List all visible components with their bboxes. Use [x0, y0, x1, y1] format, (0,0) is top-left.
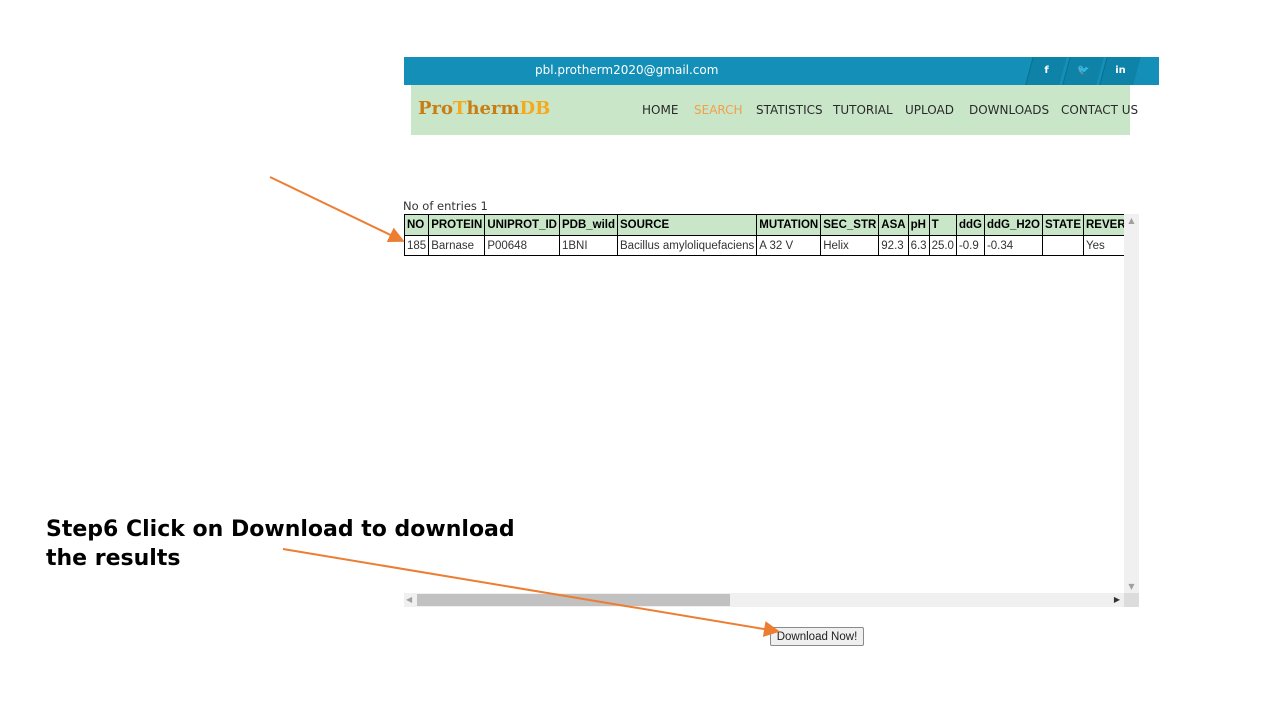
download-now-button[interactable]: Download Now!: [770, 627, 864, 646]
contact-email[interactable]: pbl.protherm2020@gmail.com: [535, 63, 718, 77]
twitter-icon: 🐦: [1077, 65, 1090, 76]
top-bar: pbl.protherm2020@gmail.com f 🐦 in: [404, 57, 1159, 85]
step-instruction-line-1: Step6 Click on Download to download: [46, 517, 515, 542]
site-logo[interactable]: ProThermDB: [418, 98, 550, 119]
col-header-ddg-h2o: ddG_H2O: [983, 214, 1044, 236]
cell-uniprot-id: P00648: [484, 235, 560, 256]
table-header-row: NO PROTEIN UNIPROT_ID PDB_wild SOURCE MU…: [404, 214, 1124, 236]
scroll-up-arrow-icon[interactable]: ▲: [1124, 216, 1139, 225]
scroll-left-arrow-icon[interactable]: ◀: [406, 593, 412, 607]
vertical-scrollbar[interactable]: ▲ ▼: [1124, 214, 1139, 593]
cell-asa: 92.3: [878, 235, 909, 256]
col-header-t: T: [928, 214, 957, 236]
results-table: NO PROTEIN UNIPROT_ID PDB_wild SOURCE MU…: [404, 214, 1124, 256]
col-header-no: NO: [404, 214, 430, 236]
cell-sec-str: Helix: [820, 235, 880, 256]
col-header-reversibility: REVERSIBILITY: [1083, 214, 1124, 236]
linkedin-link[interactable]: in: [1099, 57, 1141, 85]
col-header-ph: pH: [907, 214, 930, 236]
cell-ddg: -0.9: [955, 235, 985, 256]
cell-state: [1042, 235, 1084, 256]
nav-search[interactable]: SEARCH: [694, 103, 743, 117]
cell-source: Bacillus amyloliquefaciens: [617, 235, 758, 256]
nav-statistics[interactable]: STATISTICS: [756, 103, 823, 117]
logo-part-t: T: [453, 98, 467, 119]
scrollbar-corner: [1124, 593, 1139, 607]
logo-part-db: DB: [519, 98, 551, 119]
horizontal-scroll-thumb[interactable]: [417, 594, 730, 606]
scroll-down-arrow-icon[interactable]: ▼: [1124, 582, 1139, 591]
entries-count: No of entries 1: [403, 199, 488, 213]
col-header-asa: ASA: [878, 214, 909, 236]
col-header-protein: PROTEIN: [428, 214, 486, 236]
col-header-pdb-wild: PDB_wild: [558, 214, 619, 236]
arrow-to-table-row: [269, 176, 405, 243]
cell-ph: 6.3: [907, 235, 930, 256]
step-instruction-line-2: the results: [46, 546, 181, 571]
facebook-icon: f: [1044, 65, 1049, 76]
col-header-ddg: ddG: [955, 214, 985, 236]
logo-part-pro: Pro: [418, 98, 454, 119]
nav-tutorial[interactable]: TUTORIAL: [833, 103, 893, 117]
horizontal-scrollbar[interactable]: ◀ ▶: [404, 593, 1124, 607]
col-header-mutation: MUTATION: [756, 214, 822, 236]
cell-protein: Barnase: [428, 235, 486, 256]
linkedin-icon: in: [1115, 65, 1126, 76]
step-instruction: Step6 Click on Download to download the …: [46, 515, 515, 573]
main-navbar: ProThermDB HOME SEARCH STATISTICS TUTORI…: [411, 85, 1138, 135]
cell-no: 185: [404, 235, 430, 256]
nav-upload[interactable]: UPLOAD: [905, 103, 954, 117]
scroll-right-arrow-icon[interactable]: ▶: [1114, 593, 1120, 607]
nav-downloads[interactable]: DOWNLOADS: [969, 103, 1049, 117]
col-header-uniprot-id: UNIPROT_ID: [484, 214, 560, 236]
col-header-state: STATE: [1042, 214, 1084, 236]
facebook-link[interactable]: f: [1025, 57, 1067, 85]
twitter-link[interactable]: 🐦: [1062, 57, 1104, 85]
nav-home[interactable]: HOME: [642, 103, 678, 117]
logo-part-herm: herm: [466, 98, 520, 119]
social-links: f 🐦 in: [1025, 57, 1159, 85]
cell-pdb-wild: 1BNI: [558, 235, 619, 256]
col-header-source: SOURCE: [617, 214, 758, 236]
cell-mutation: A 32 V: [756, 235, 822, 256]
cell-t: 25.0: [928, 235, 957, 256]
col-header-sec-str: SEC_STR: [820, 214, 880, 236]
table-row: 185 Barnase P00648 1BNI Bacillus amyloli…: [404, 235, 1124, 256]
cell-reversibility: Yes: [1083, 235, 1124, 256]
nav-contact-us[interactable]: CONTACT US: [1061, 103, 1138, 117]
cell-ddg-h2o: -0.34: [983, 235, 1044, 256]
